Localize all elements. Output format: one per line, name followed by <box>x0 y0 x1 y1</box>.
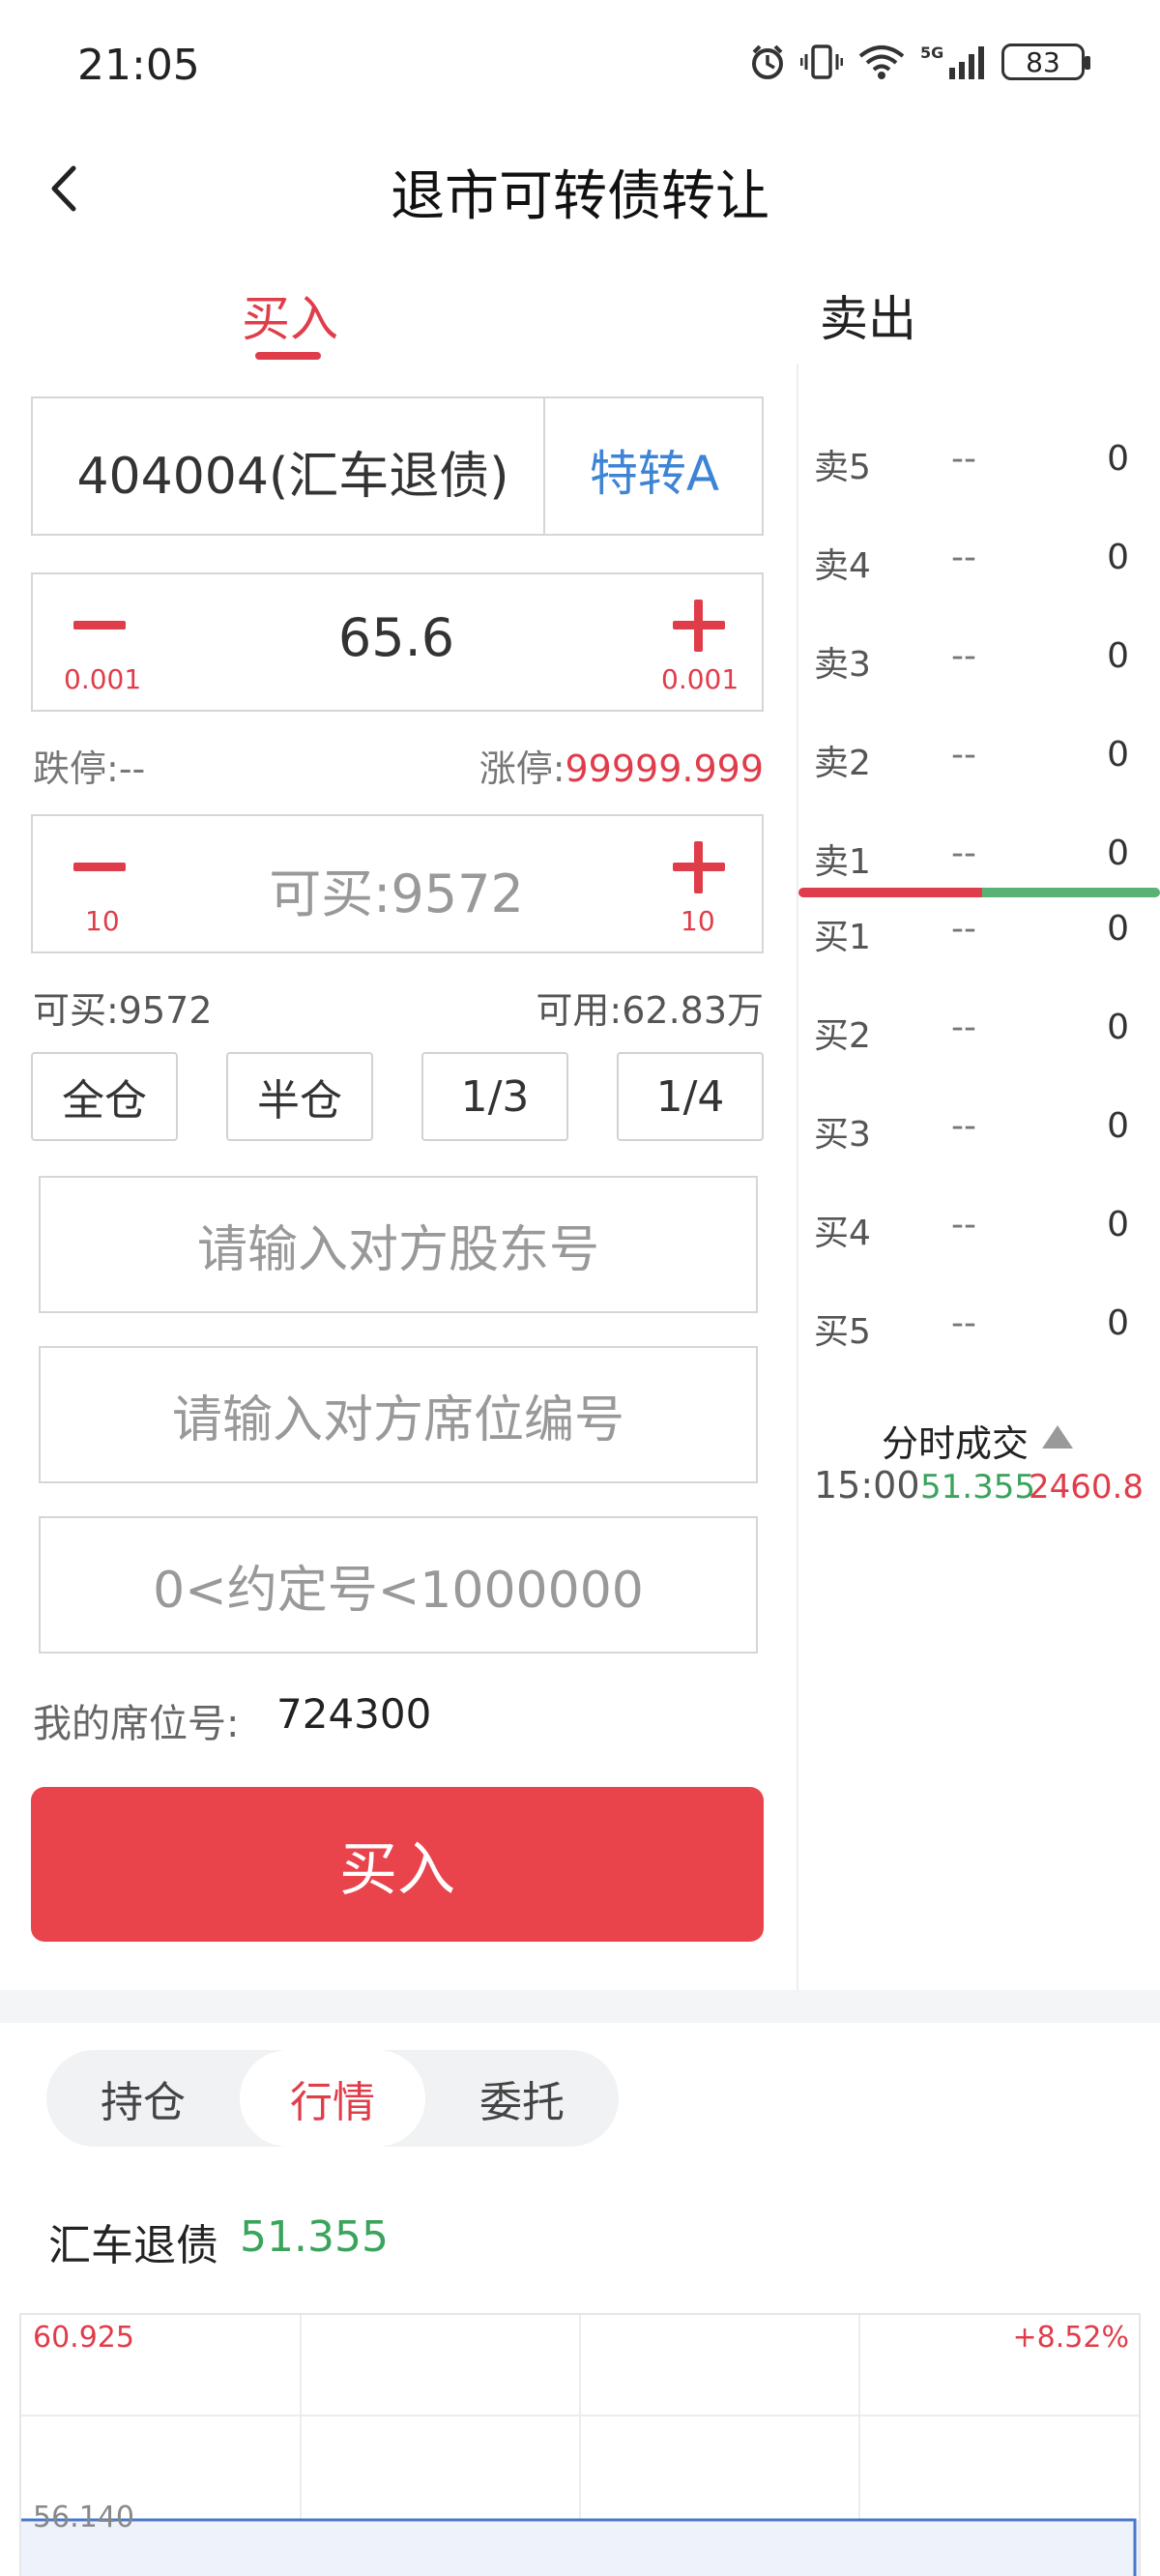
chart-area-fill <box>21 2520 1139 2576</box>
limit-down: 跌停:-- <box>33 747 146 790</box>
quantity-minus-step: 10 <box>85 905 120 937</box>
price-minus-step: 0.001 <box>64 663 142 695</box>
tab-buy[interactable]: 买入 <box>242 280 338 350</box>
battery-icon: 83 <box>1001 44 1090 80</box>
seat-label: 我的席位号: <box>33 1702 240 1746</box>
position-half-button[interactable]: 半仓 <box>226 1052 373 1141</box>
section-separator <box>0 1990 1160 2023</box>
page-title: 退市可转债转让 <box>391 165 769 228</box>
seat-value: 724300 <box>276 1690 432 1738</box>
quantity-input[interactable]: 可买:9572 <box>203 851 590 927</box>
price-minus-icon[interactable] <box>73 621 126 629</box>
trade-volume: 2460.8 <box>1029 1468 1144 1507</box>
vibrate-icon <box>800 44 843 79</box>
signal-5g-icon: 5G <box>920 44 984 79</box>
available-funds: 可用:62.83万 <box>536 989 764 1032</box>
chart-mid-label: 56.140 <box>33 2501 134 2534</box>
position-full-button[interactable]: 全仓 <box>31 1052 178 1141</box>
quantity-plus-icon-v[interactable] <box>694 841 703 893</box>
tab-active-indicator <box>255 352 321 360</box>
security-code-name[interactable]: 404004(汇车退债) <box>41 435 545 508</box>
tab-orders[interactable]: 委托 <box>429 2050 615 2147</box>
status-time: 21:05 <box>77 41 200 90</box>
position-quarter-button[interactable]: 1/4 <box>617 1052 764 1141</box>
chart-max-pct: +8.52% <box>1012 2321 1129 2355</box>
quote-price: 51.355 <box>240 2212 389 2262</box>
svg-text:5G: 5G <box>920 44 943 62</box>
trade-time: 15:00 <box>814 1464 920 1507</box>
order-book-row: 卖3 -- 0 <box>814 636 1129 685</box>
tab-sell[interactable]: 卖出 <box>820 280 916 350</box>
tab-holdings[interactable]: 持仓 <box>50 2050 236 2147</box>
alarm-icon <box>752 44 783 79</box>
can-buy-count: 可买:9572 <box>33 989 213 1032</box>
order-book-row: 卖1 -- 0 <box>814 834 1129 882</box>
order-book-row: 买2 -- 0 <box>814 1008 1129 1056</box>
tab-market[interactable]: 行情 <box>240 2050 425 2147</box>
order-book-row: 买1 -- 0 <box>814 909 1129 957</box>
bid-ratio-bar <box>982 888 1160 897</box>
quantity-minus-icon[interactable] <box>73 863 126 871</box>
order-book-row: 卖2 -- 0 <box>814 735 1129 783</box>
wifi-icon <box>858 45 905 79</box>
order-book-row: 卖5 -- 0 <box>814 439 1129 487</box>
security-type-tag[interactable]: 特转A <box>545 435 764 505</box>
trade-price: 51.355 <box>920 1468 1035 1507</box>
intraday-chart-svg <box>21 2315 1139 2576</box>
counterparty-holder-input[interactable]: 请输入对方股东号 <box>39 1176 758 1313</box>
order-book-row: 买3 -- 0 <box>814 1106 1129 1155</box>
status-icons: 5G 83 <box>748 43 1090 81</box>
order-book-row: 买4 -- 0 <box>814 1205 1129 1253</box>
triangle-up-icon[interactable] <box>1042 1425 1073 1449</box>
limit-up: 涨停:99999.999 <box>478 747 764 790</box>
counterparty-seat-input[interactable]: 请输入对方席位编号 <box>39 1346 758 1483</box>
ask-ratio-bar <box>798 888 982 897</box>
order-book-row: 买5 -- 0 <box>814 1303 1129 1352</box>
price-input[interactable]: 65.6 <box>203 607 590 668</box>
position-third-button[interactable]: 1/3 <box>421 1052 568 1141</box>
intraday-chart: 60.925 +8.52% 56.140 <box>19 2313 1141 2576</box>
quantity-plus-step: 10 <box>681 905 715 937</box>
price-plus-icon-v[interactable] <box>694 600 703 652</box>
quote-name: 汇车退债 <box>48 2221 218 2270</box>
agreement-number-input[interactable]: 0<约定号<1000000 <box>39 1516 758 1654</box>
price-plus-step: 0.001 <box>661 663 740 695</box>
time-sales-title[interactable]: 分时成交 <box>882 1414 1029 1467</box>
buy-submit-button[interactable]: 买入 <box>31 1787 764 1942</box>
chart-max-label: 60.925 <box>33 2321 134 2355</box>
panel-divider <box>797 364 798 1992</box>
order-book-row: 卖4 -- 0 <box>814 538 1129 586</box>
